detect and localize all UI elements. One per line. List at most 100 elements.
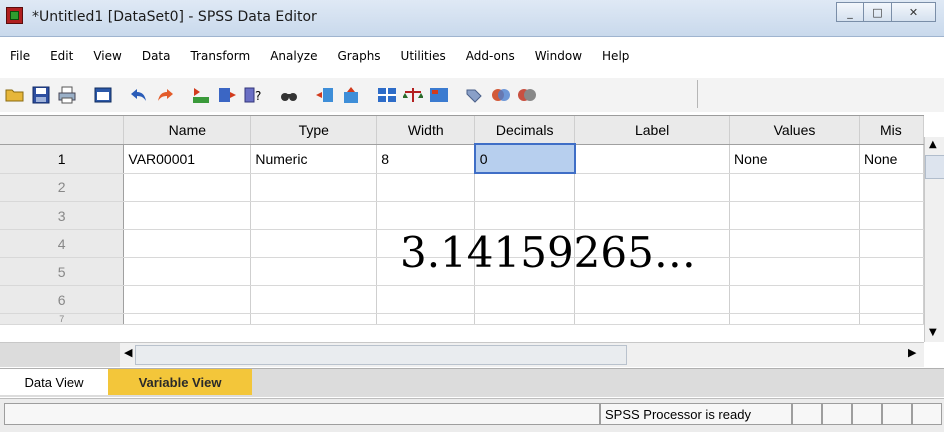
horizontal-scroll-thumb[interactable] [135,345,627,365]
cell-type[interactable]: Numeric [250,144,378,174]
cell-values[interactable] [729,257,860,286]
menu-view[interactable]: View [83,49,131,63]
cell-decimals[interactable] [474,285,576,314]
tab-variable-view[interactable]: Variable View [108,369,252,395]
find-icon[interactable] [278,84,300,106]
cell-values[interactable] [729,229,860,258]
maximize-button[interactable]: □ [864,2,892,22]
cell-label[interactable] [574,144,731,174]
menu-graphs[interactable]: Graphs [327,49,390,63]
row-number[interactable]: 1 [0,144,125,174]
print-icon[interactable] [56,84,78,106]
tab-data-view[interactable]: Data View [0,369,109,395]
cell-type[interactable] [250,285,378,314]
scroll-left-icon[interactable]: ◀ [124,346,132,359]
menu-analyze[interactable]: Analyze [260,49,327,63]
cell-name[interactable] [123,285,252,314]
cell-type[interactable] [250,229,378,258]
cell-decimals[interactable]: 0 [473,143,576,174]
cell-width[interactable] [376,173,476,202]
row-number[interactable]: 4 [0,229,125,258]
cell-name[interactable] [123,257,252,286]
scroll-down-icon[interactable]: ▼ [929,327,937,338]
variables-icon[interactable]: ? [242,84,264,106]
menu-data[interactable]: Data [132,49,181,63]
cell-width[interactable]: 8 [376,144,476,174]
cell-missing[interactable] [859,257,925,286]
menu-utilities[interactable]: Utilities [391,49,456,63]
menu-window[interactable]: Window [525,49,592,63]
menu-help[interactable]: Help [592,49,639,63]
minimize-button[interactable]: _ [836,2,864,22]
row-number[interactable]: 5 [0,257,125,286]
cell-name[interactable] [123,313,252,325]
cell-name[interactable] [123,173,252,202]
cell-name[interactable] [123,201,252,230]
dialog-recall-icon[interactable] [92,84,114,106]
column-header-values[interactable]: Values [729,116,860,145]
cell-missing[interactable] [859,173,925,202]
cell-missing[interactable] [859,313,925,325]
row-number[interactable]: 3 [0,201,125,230]
use-sets-icon[interactable] [490,84,512,106]
cell-name[interactable] [123,229,252,258]
cell-type[interactable] [250,201,378,230]
cell-values[interactable] [729,173,860,202]
corner-cell[interactable] [0,116,125,145]
menu-addons[interactable]: Add-ons [456,49,525,63]
cell-type[interactable] [250,173,378,202]
cell-missing[interactable] [859,201,925,230]
column-header-label[interactable]: Label [574,116,731,145]
column-header-type[interactable]: Type [250,116,378,145]
save-icon[interactable] [30,84,52,106]
menu-transform[interactable]: Transform [180,49,260,63]
cell-label[interactable] [574,285,731,314]
cell-width[interactable] [376,313,476,325]
row-number[interactable]: 6 [0,285,125,314]
cell-missing[interactable]: None [859,144,925,174]
cell-decimals[interactable] [474,201,576,230]
vertical-scroll-thumb[interactable] [925,155,944,179]
cell-values[interactable] [729,201,860,230]
menu-edit[interactable]: Edit [40,49,83,63]
horizontal-scrollbar[interactable]: ◀ ▶ [0,342,924,367]
cell-type[interactable] [250,313,378,325]
menu-file[interactable]: File [0,49,40,63]
cell-values[interactable] [729,313,860,325]
cell-decimals[interactable] [474,173,576,202]
undo-icon[interactable] [128,84,150,106]
cell-missing[interactable] [859,285,925,314]
value-labels-icon[interactable] [464,84,486,106]
weight-cases-icon[interactable] [402,84,424,106]
cell-values[interactable]: None [729,144,860,174]
scroll-up-icon[interactable]: ▲ [929,139,937,150]
column-header-missing[interactable]: Mis [859,116,925,145]
column-header-decimals[interactable]: Decimals [474,116,576,145]
cell-name[interactable]: VAR00001 [123,144,252,174]
close-button[interactable]: ✕ [892,2,936,22]
cell-values[interactable] [729,285,860,314]
cell-missing[interactable] [859,229,925,258]
column-header-width[interactable]: Width [376,116,476,145]
cell-width[interactable] [376,285,476,314]
redo-icon[interactable] [154,84,176,106]
row-number[interactable]: 2 [0,173,125,202]
cell-label[interactable] [574,173,731,202]
column-header-name[interactable]: Name [123,116,252,145]
vertical-scrollbar[interactable]: ▲ ▼ [924,137,944,342]
cell-type[interactable] [250,257,378,286]
insert-cases-icon[interactable] [314,84,336,106]
select-cases-icon[interactable] [428,84,450,106]
show-all-icon[interactable] [516,84,538,106]
split-file-icon[interactable] [376,84,398,106]
row-number[interactable]: 7 [0,313,125,325]
cell-label[interactable] [574,313,731,325]
cell-width[interactable] [376,201,476,230]
cell-label[interactable] [574,201,731,230]
open-icon[interactable] [4,84,26,106]
goto-variable-icon[interactable] [216,84,238,106]
goto-case-icon[interactable] [190,84,212,106]
insert-variable-icon[interactable] [340,84,362,106]
cell-decimals[interactable] [474,313,576,325]
scroll-right-icon[interactable]: ▶ [908,346,916,359]
